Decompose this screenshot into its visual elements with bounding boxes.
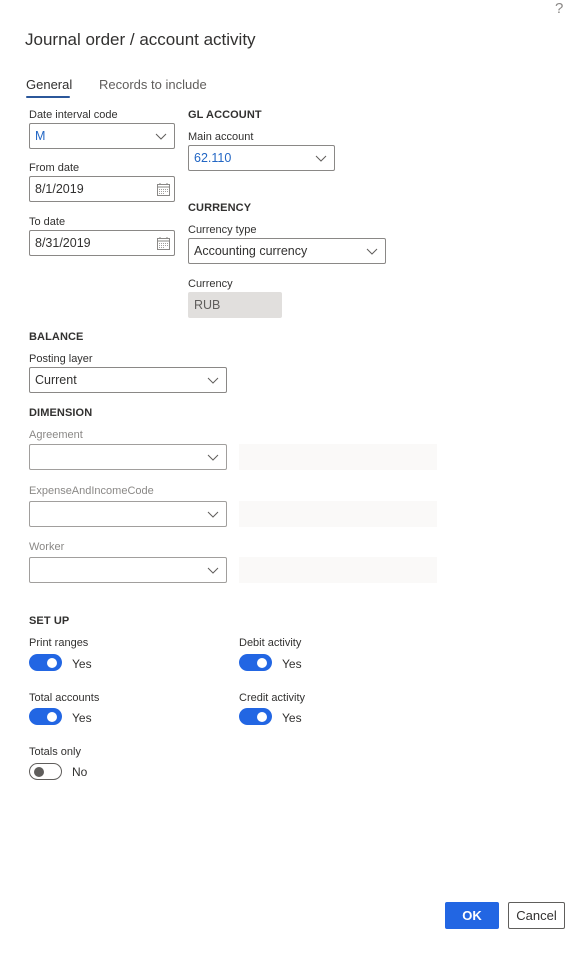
tab-general[interactable]: General [26, 77, 72, 92]
posting-layer-dropdown[interactable]: Current [29, 367, 227, 393]
debit-activity-state: Yes [282, 657, 302, 671]
chevron-down-icon[interactable] [207, 375, 219, 385]
toggle-knob [47, 657, 57, 668]
tab-records-to-include[interactable]: Records to include [99, 77, 207, 92]
expense-income-code-label: ExpenseAndIncomeCode [29, 485, 154, 497]
debit-activity-toggle[interactable] [239, 654, 272, 671]
balance-heading: BALANCE [29, 331, 84, 343]
to-date-value: 8/31/2019 [35, 236, 91, 250]
ok-button[interactable]: OK [445, 902, 499, 929]
total-accounts-label: Total accounts [29, 692, 100, 704]
setup-heading: SET UP [29, 615, 70, 627]
debit-activity-label: Debit activity [239, 637, 302, 649]
to-date-input[interactable]: 8/31/2019 [29, 230, 175, 256]
totals-only-label: Totals only [29, 746, 81, 758]
toggle-knob [34, 766, 44, 777]
worker-label: Worker [29, 541, 65, 553]
toggle-knob [257, 711, 267, 722]
toggle-knob [257, 657, 267, 668]
expense-income-code-dropdown[interactable] [29, 501, 227, 527]
from-date-input[interactable]: 8/1/2019 [29, 176, 175, 202]
date-interval-code-value: M [35, 129, 46, 143]
totals-only-state: No [72, 765, 88, 779]
tab-selected-indicator [26, 96, 70, 98]
to-date-label: To date [29, 216, 66, 228]
currency-type-value: Accounting currency [194, 244, 308, 258]
total-accounts-toggle[interactable] [29, 708, 62, 725]
main-account-value: 62.110 [194, 151, 232, 165]
dimension-heading: DIMENSION [29, 407, 93, 419]
from-date-label: From date [29, 162, 80, 174]
calendar-icon[interactable] [157, 183, 170, 196]
print-ranges-state: Yes [72, 657, 92, 671]
expense-income-code-description [239, 501, 437, 527]
worker-description [239, 557, 437, 583]
agreement-dropdown[interactable] [29, 444, 227, 470]
main-account-label: Main account [188, 131, 254, 143]
posting-layer-value: Current [35, 373, 77, 387]
credit-activity-toggle[interactable] [239, 708, 272, 725]
from-date-value: 8/1/2019 [35, 182, 84, 196]
chevron-down-icon[interactable] [207, 565, 219, 575]
currency-field: RUB [188, 292, 282, 318]
chevron-down-icon[interactable] [366, 246, 378, 256]
main-account-dropdown[interactable]: 62.110 [188, 145, 335, 171]
currency-heading: CURRENCY [188, 202, 252, 214]
totals-only-toggle[interactable] [29, 763, 62, 780]
total-accounts-state: Yes [72, 711, 92, 725]
currency-type-label: Currency type [188, 224, 257, 236]
credit-activity-label: Credit activity [239, 692, 306, 704]
worker-dropdown[interactable] [29, 557, 227, 583]
toggle-knob [47, 711, 57, 722]
dialog-title: Journal order / account activity [25, 30, 256, 49]
chevron-down-icon[interactable] [315, 153, 327, 163]
currency-value: RUB [194, 298, 221, 312]
chevron-down-icon[interactable] [155, 131, 167, 141]
gl-account-heading: GL ACCOUNT [188, 109, 262, 121]
posting-layer-label: Posting layer [29, 353, 93, 365]
date-interval-code-dropdown[interactable]: M [29, 123, 175, 149]
agreement-label: Agreement [29, 429, 83, 441]
agreement-description [239, 444, 437, 470]
print-ranges-label: Print ranges [29, 637, 89, 649]
cancel-button[interactable]: Cancel [508, 902, 565, 929]
calendar-icon[interactable] [157, 237, 170, 250]
print-ranges-toggle[interactable] [29, 654, 62, 671]
currency-label: Currency [188, 278, 233, 290]
chevron-down-icon[interactable] [207, 509, 219, 519]
help-icon[interactable]: ? [555, 0, 563, 17]
currency-type-dropdown[interactable]: Accounting currency [188, 238, 386, 264]
credit-activity-state: Yes [282, 711, 302, 725]
chevron-down-icon[interactable] [207, 452, 219, 462]
date-interval-code-label: Date interval code [29, 109, 118, 121]
